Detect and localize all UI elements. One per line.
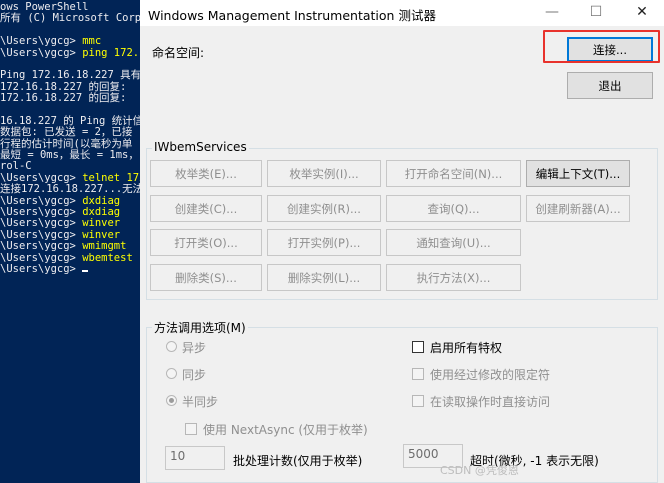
- powershell-output: ows PowerShell 所有 (C) Microsoft Corpo \Use…: [0, 1, 140, 275]
- radio-sync[interactable]: [166, 368, 177, 379]
- checkbox-enable-all-privileges[interactable]: [412, 341, 424, 353]
- exit-button[interactable]: 退出: [567, 72, 653, 99]
- cursor-icon: [82, 269, 89, 272]
- wmi-tester-window: Windows Management Instrumentation 测试器 —…: [140, 0, 664, 483]
- powershell-line-text: 最短 = 0ms，最长 = 1ms，: [0, 149, 139, 162]
- title-bar: Windows Management Instrumentation 测试器 —…: [140, 0, 664, 26]
- powershell-window: ows PowerShell 所有 (C) Microsoft Corpo \Use…: [0, 0, 140, 483]
- powershell-line-text: 数据包: 已发送 = 2，已接: [0, 126, 133, 139]
- powershell-command: winver: [82, 228, 121, 241]
- radio-semisync-label: 半同步: [182, 395, 219, 409]
- iwbem-button[interactable]: 删除类(S)...: [150, 264, 262, 291]
- iwbem-button[interactable]: 通知查询(U)...: [386, 229, 521, 256]
- radio-async[interactable]: [166, 341, 177, 352]
- batch-count-input[interactable]: 10: [165, 446, 225, 470]
- close-icon[interactable]: ✕: [620, 0, 664, 26]
- powershell-line-text: \Users\ygcg>: [0, 240, 83, 253]
- powershell-line: \Users\ygcg> ping 172.1: [0, 46, 140, 59]
- powershell-command: wmimgmt: [82, 240, 127, 253]
- batch-count-label: 批处理计数(仅用于枚举): [233, 454, 363, 468]
- minimize-icon[interactable]: —: [530, 0, 574, 26]
- powershell-command: dxdiag: [82, 206, 121, 219]
- checkbox-direct-read[interactable]: [412, 395, 424, 407]
- radio-sync-label: 同步: [182, 368, 207, 382]
- powershell-line-text: \Users\ygcg>: [0, 35, 83, 48]
- powershell-line-text: rol-C: [0, 160, 32, 173]
- powershell-line: 所有 (C) Microsoft Corpo: [0, 13, 140, 24]
- powershell-line-text: 172.16.18.227 的回复:: [0, 92, 133, 105]
- direct-read-label: 在读取操作时直接访问: [430, 395, 551, 409]
- iwbem-button[interactable]: 执行方法(X)...: [386, 264, 521, 291]
- powershell-command: dxdiag: [82, 194, 121, 207]
- powershell-line: \Users\ygcg>: [0, 262, 140, 275]
- radio-async-label: 异步: [182, 341, 207, 355]
- maximize-icon[interactable]: ☐: [574, 0, 618, 26]
- powershell-line-text: Ping 172.16.18.227 具有: [0, 69, 140, 82]
- powershell-line-text: 172.16.18.227 的回复:: [0, 80, 133, 93]
- powershell-line-text: \Users\ygcg>: [0, 206, 83, 219]
- iwbem-button[interactable]: 创建类(C)...: [150, 195, 262, 222]
- powershell-line-text: \Users\ygcg>: [0, 217, 83, 230]
- next-async-label: 使用 NextAsync (仅用于枚举): [203, 423, 368, 437]
- powershell-line-text: 连接172.16.18.227...无法: [0, 183, 140, 196]
- radio-semisync[interactable]: [166, 395, 177, 406]
- iwbem-button[interactable]: 打开类(O)...: [150, 229, 262, 256]
- powershell-line-text: \Users\ygcg>: [0, 228, 83, 241]
- iwbem-button[interactable]: 打开实例(P)...: [267, 229, 381, 256]
- powershell-command: wbemtest: [82, 251, 133, 264]
- window-title: Windows Management Instrumentation 测试器: [148, 8, 436, 23]
- iwbem-button[interactable]: 删除实例(L)...: [267, 264, 381, 291]
- powershell-command: ping 172.1: [82, 46, 140, 59]
- powershell-line-text: \Users\ygcg>: [0, 46, 83, 59]
- namespace-label: 命名空间:: [152, 46, 205, 60]
- checkbox-next-async[interactable]: [185, 423, 197, 435]
- watermark: CSDN @凭俊恩: [440, 464, 519, 477]
- iwbem-button[interactable]: 打开命名空间(N)...: [386, 160, 521, 187]
- iwbem-button[interactable]: 创建实例(R)...: [267, 195, 381, 222]
- red-highlight-box: [543, 30, 660, 63]
- amended-qualifiers-label: 使用经过修改的限定符: [430, 368, 551, 382]
- powershell-line: 172.16.18.227 的回复:: [0, 92, 140, 105]
- iwbem-button[interactable]: 创建刷新器(A)...: [526, 195, 630, 222]
- enable-all-privileges-label: 启用所有特权: [430, 341, 503, 355]
- checkbox-amended-qualifiers[interactable]: [412, 368, 424, 380]
- powershell-line-text: \Users\ygcg>: [0, 251, 83, 264]
- powershell-command: mmc: [82, 35, 102, 48]
- iwbem-button[interactable]: 枚举实例(I)...: [267, 160, 381, 187]
- iwbem-services-title: IWbemServices: [152, 140, 249, 154]
- iwbem-button[interactable]: 编辑上下文(T)...: [526, 160, 630, 187]
- iwbem-button[interactable]: 查询(Q)...: [386, 195, 521, 222]
- powershell-line-text: 行程的估计时间(以毫秒为单: [0, 137, 133, 150]
- powershell-command: winver: [82, 217, 121, 230]
- iwbem-button[interactable]: 枚举类(E)...: [150, 160, 262, 187]
- powershell-line-text: \Users\ygcg>: [0, 262, 83, 275]
- powershell-line-text: \Users\ygcg>: [0, 194, 83, 207]
- method-options-title: 方法调用选项(M): [152, 319, 248, 336]
- powershell-line-text: 所有 (C) Microsoft Corpo: [0, 12, 140, 25]
